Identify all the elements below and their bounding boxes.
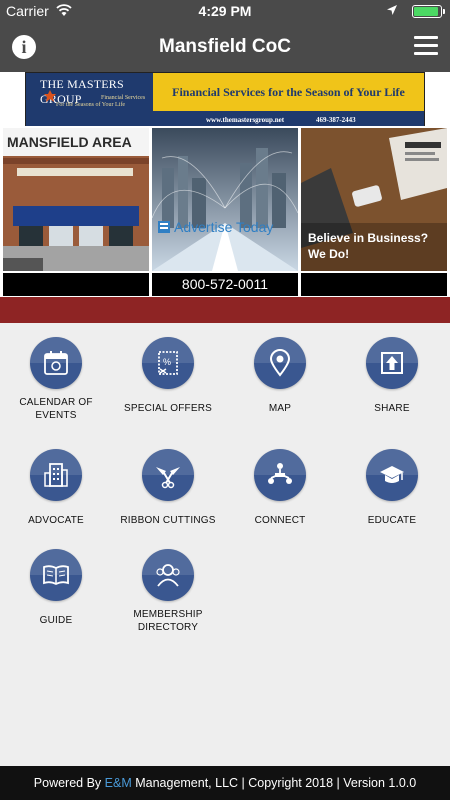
status-bar: Carrier 4:29 PM: [0, 0, 450, 22]
menu-label: GUIDE: [39, 615, 73, 626]
banner-tagline: Financial Services for the Season of You…: [172, 85, 405, 99]
menu-item-calendar-of-events[interactable]: CALENDAR OF EVENTS: [0, 337, 112, 422]
tile-phone-caption: 800-572-0011: [152, 273, 298, 296]
hamburger-menu-icon[interactable]: [414, 36, 438, 56]
graduation-cap-icon: [366, 449, 418, 501]
tile-believe-text-line2: We Do!: [308, 247, 349, 261]
location-arrow-icon: [387, 5, 397, 15]
book-icon: [30, 549, 82, 601]
menu-item-advocate[interactable]: ADVOCATE: [0, 449, 112, 528]
footer-suffix: Management, LLC | Copyright 2018 | Versi…: [131, 776, 417, 790]
menu-label: SHARE: [374, 403, 410, 414]
page-title: Mansfield CoC: [159, 36, 291, 57]
tile-caption: [3, 273, 149, 296]
menu-label: CALENDAR OF EVENTS: [19, 397, 93, 421]
banner-ad[interactable]: THE MASTERS GROUP Financial Services For…: [25, 72, 425, 127]
tile-advertise-today[interactable]: Advertise Today 800-572-0011: [152, 128, 298, 296]
menu-label: EDUCATE: [367, 515, 417, 526]
menu-item-membership-directory[interactable]: MEMBERSHIP DIRECTORY: [112, 549, 224, 634]
people-icon: [142, 549, 194, 601]
coupon-icon: %: [142, 337, 194, 389]
banner-phone: 469-387-2443: [316, 116, 356, 124]
battery-icon: [412, 5, 445, 18]
status-time: 4:29 PM: [198, 3, 252, 19]
menu-label: RIBBON CUTTINGS: [120, 515, 216, 526]
menu-label: MEMBERSHIP DIRECTORY: [133, 609, 203, 633]
banner-logo: THE MASTERS GROUP Financial Services For…: [26, 73, 151, 111]
svg-text:%: %: [163, 357, 171, 367]
menu-item-share[interactable]: SHARE: [336, 337, 448, 416]
banner-sub2: For the Seasons of Your Life: [56, 102, 125, 108]
tile-caption: [301, 273, 447, 296]
menu-label: CONNECT: [254, 515, 306, 526]
menu-label: SPECIAL OFFERS: [123, 403, 212, 414]
calendar-icon: [30, 337, 82, 389]
footer-brand-link[interactable]: E&M: [105, 776, 132, 790]
banner-website: www.themastersgroup.net: [206, 116, 285, 124]
tile-advertise-text: Advertise Today: [174, 219, 273, 235]
banner-tagline-box: Financial Services for the Season of You…: [151, 73, 424, 111]
promo-tiles: MANSFIELD AREA Advertise Today 800-572-0…: [0, 126, 450, 297]
map-pin-icon: [254, 337, 306, 389]
menu-label: ADVOCATE: [28, 515, 84, 526]
main-menu-grid: CALENDAR OF EVENTS % SPECIAL OFFERS MAP S…: [0, 323, 450, 766]
nav-bar: i Mansfield CoC: [0, 22, 450, 72]
menu-item-map[interactable]: MAP: [224, 337, 336, 416]
banner-sub1: Financial Services: [101, 95, 146, 101]
leaf-icon: [44, 90, 56, 102]
section-divider: [0, 297, 450, 323]
building-icon: [30, 449, 82, 501]
menu-item-special-offers[interactable]: % SPECIAL OFFERS: [112, 337, 224, 416]
menu-item-guide[interactable]: GUIDE: [0, 549, 112, 628]
menu-label: MAP: [268, 403, 292, 414]
ribbon-scissors-icon: [142, 449, 194, 501]
tile-image-desk: Believe in Business? We Do!: [301, 128, 447, 271]
banner-contact: www.themastersgroup.net 469-387-2443: [26, 111, 424, 127]
tile-believe-text-line1: Believe in Business?: [308, 231, 428, 245]
tile-mansfield-area[interactable]: MANSFIELD AREA: [3, 128, 149, 296]
network-icon: [254, 449, 306, 501]
menu-item-connect[interactable]: CONNECT: [224, 449, 336, 528]
banner-ad-area: THE MASTERS GROUP Financial Services For…: [0, 72, 450, 127]
tile-believe-in-business[interactable]: Believe in Business? We Do!: [301, 128, 447, 296]
tile-image-storefront: MANSFIELD AREA: [3, 128, 149, 271]
tile-mansfield-text: MANSFIELD AREA: [7, 134, 132, 150]
footer: Powered By E&M Management, LLC | Copyrig…: [0, 766, 450, 800]
menu-item-ribbon-cuttings[interactable]: RIBBON CUTTINGS: [112, 449, 224, 528]
menu-item-educate[interactable]: EDUCATE: [336, 449, 448, 528]
share-icon: [366, 337, 418, 389]
tile-image-city: Advertise Today: [152, 128, 298, 271]
footer-prefix: Powered By: [33, 776, 105, 790]
